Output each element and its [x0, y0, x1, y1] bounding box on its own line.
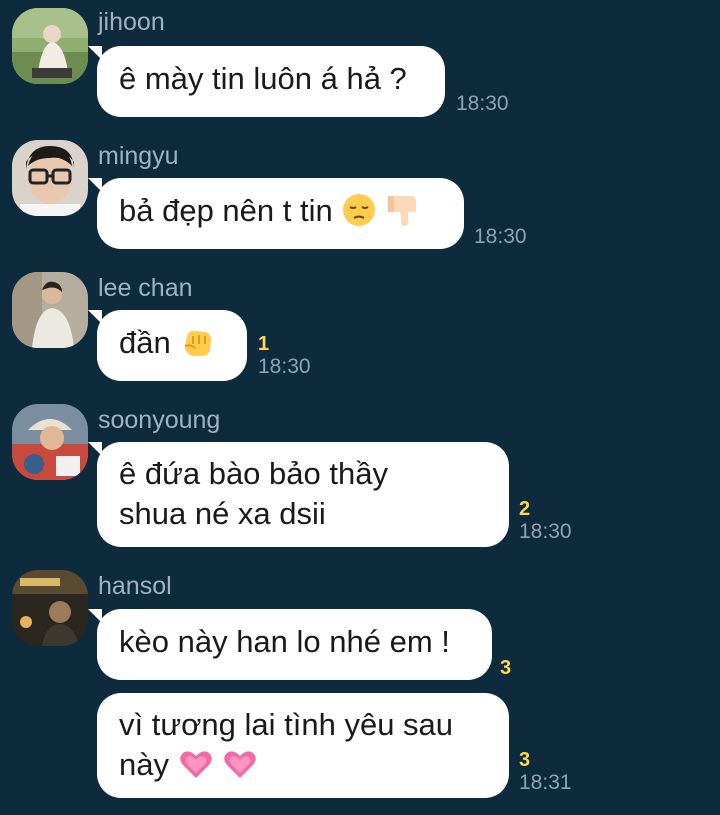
message-bubble[interactable]: ê mày tin luôn á hả ? — [88, 46, 445, 117]
message-time: 18:31 — [519, 771, 572, 794]
message-bubble[interactable]: ê đứa bào bảo thầy shua né xa dsii — [88, 442, 509, 547]
sender-name: soonyoung — [98, 406, 221, 434]
sender-name: lee chan — [98, 274, 193, 302]
avatar-soonyoung[interactable] — [12, 404, 88, 480]
growing-heart-icon — [224, 751, 257, 778]
avatar-hansol[interactable] — [12, 570, 88, 646]
sender-name: hansol — [98, 572, 172, 600]
message-text: này — [119, 747, 169, 782]
message-meta: 3 — [500, 657, 511, 679]
growing-heart-icon — [179, 751, 212, 778]
message-time: 18:30 — [258, 355, 311, 378]
avatar-mingyu[interactable] — [12, 140, 88, 216]
message-text: ê mày tin luôn á hả ? — [119, 61, 407, 96]
message-bubble[interactable]: kèo này han lo nhé em ! — [88, 609, 492, 680]
fist-icon — [185, 330, 212, 356]
message-bubble[interactable]: vì tương lai tình yêu sau này — [97, 693, 509, 798]
message-time: 18:30 — [474, 225, 527, 248]
message-bubble[interactable]: bả đẹp nên t tin — [88, 178, 464, 249]
message-meta: 2 18:30 — [519, 498, 572, 544]
unread-count: 2 — [519, 498, 531, 520]
avatar-lee-chan[interactable] — [12, 272, 88, 348]
message-text-line: ê đứa bào bảo thầy — [119, 456, 388, 491]
message-meta: 3 18:31 — [519, 749, 572, 795]
unread-count: 3 — [519, 749, 531, 771]
message-time: 18:30 — [519, 520, 572, 543]
unread-count: 3 — [500, 657, 512, 679]
message-meta: 18:30 — [456, 92, 509, 116]
message-text: bả đẹp nên t tin — [119, 193, 333, 228]
sender-name: mingyu — [98, 142, 179, 170]
message-meta: 1 18:30 — [258, 333, 311, 379]
thumbs-down-icon — [387, 196, 416, 226]
unread-count: 1 — [258, 333, 270, 355]
message-text-line: shua né xa dsii — [119, 496, 326, 531]
message-bubble[interactable]: đần — [88, 310, 247, 381]
pensive-face-icon — [343, 194, 376, 226]
message-meta: 18:30 — [474, 225, 527, 249]
avatar-jihoon[interactable] — [12, 8, 88, 84]
sender-name: jihoon — [98, 8, 165, 36]
message-text-line-with-emoji: này — [119, 745, 487, 785]
message-text-line: vì tương lai tình yêu sau — [119, 707, 454, 742]
message-time: 18:30 — [456, 92, 509, 115]
message-text: đần — [119, 325, 171, 360]
message-text: kèo này han lo nhé em ! — [119, 624, 450, 659]
